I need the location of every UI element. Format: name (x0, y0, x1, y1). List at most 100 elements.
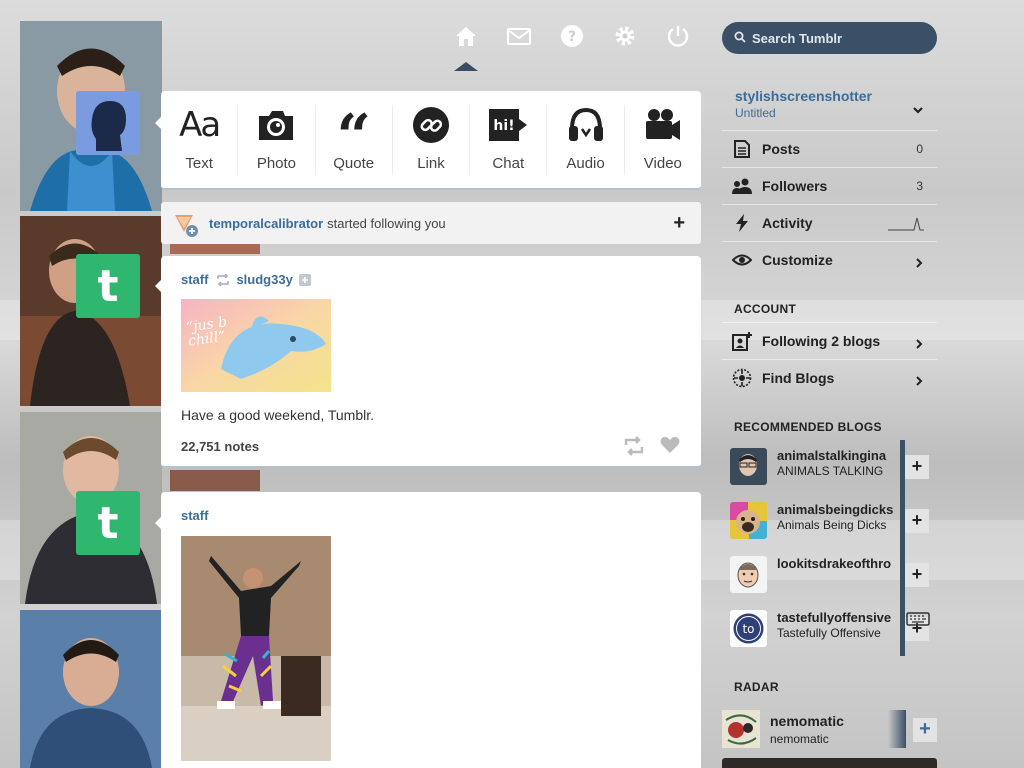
sidebar-item-label: Followers (762, 178, 828, 194)
notes-count[interactable]: 22,751 notes (181, 439, 259, 454)
recommended-blog[interactable]: animalstalkingina ANIMALS TALKING + (722, 440, 937, 494)
sidebar-item-activity[interactable]: Activity (722, 204, 937, 241)
expand-icon[interactable] (298, 273, 311, 286)
svg-text:hi!: hi! (494, 118, 515, 134)
post-background-image (170, 244, 260, 254)
dashboard-avatar-photo-4 (20, 610, 162, 768)
settings-icon[interactable] (613, 24, 637, 48)
radar-blog[interactable]: nemomatic nemomatic + (722, 710, 937, 750)
sidebar-item-find-blogs[interactable]: Find Blogs (722, 359, 937, 396)
post-link-button[interactable]: Link (393, 105, 471, 175)
sidebar-item-following[interactable]: Following 2 blogs (722, 322, 937, 359)
sidebar-item-label: Find Blogs (762, 370, 835, 386)
posts-count: 0 (916, 142, 923, 156)
blog-avatar[interactable]: to (730, 610, 767, 647)
document-icon (722, 140, 762, 158)
tumblr-logo-icon[interactable]: t (76, 491, 140, 555)
post-author[interactable]: staff (181, 508, 208, 523)
notification-text: started following you (327, 215, 446, 231)
follow-button[interactable]: + (913, 718, 937, 742)
reblogged-from-user[interactable]: sludg33y (236, 272, 292, 287)
blog-name[interactable]: nemomatic (770, 713, 844, 729)
active-nav-indicator (454, 62, 478, 71)
search-bar[interactable] (722, 22, 937, 54)
blog-name[interactable]: lookitsdrakeofthro (777, 556, 901, 571)
follow-button[interactable]: + (905, 509, 929, 533)
follow-button[interactable]: + (905, 563, 929, 587)
post-author[interactable]: staff (181, 272, 208, 287)
follow-back-button[interactable]: + (673, 212, 685, 235)
svg-text:to: to (742, 622, 754, 636)
headphones-icon (567, 105, 605, 145)
blog-title: Animals Being Dicks (777, 518, 887, 532)
mail-icon[interactable] (507, 24, 531, 48)
keyboard-icon[interactable] (906, 612, 930, 629)
svg-text:?: ? (568, 29, 576, 45)
user-avatar-tile[interactable] (76, 91, 140, 155)
blog-name[interactable]: animalstalkingina (777, 448, 901, 463)
chevron-right-icon (916, 337, 923, 352)
account-heading: ACCOUNT (734, 302, 797, 316)
help-icon[interactable]: ? (560, 24, 584, 48)
post-chat-button[interactable]: hi! Chat (470, 105, 548, 175)
blog-title: Untitled (735, 106, 776, 120)
blog-title: nemomatic (770, 732, 829, 746)
post-header: staff (181, 508, 208, 523)
text-icon: Aa (179, 105, 221, 145)
lightning-icon (722, 214, 762, 232)
chevron-right-icon (916, 256, 923, 271)
follower-avatar[interactable] (173, 212, 199, 241)
notification-username[interactable]: temporalcalibrator (209, 216, 323, 231)
sidebar-item-label: Customize (762, 252, 833, 268)
post-audio-button[interactable]: Audio (547, 105, 625, 175)
blog-avatar[interactable] (730, 448, 767, 485)
recommended-blog[interactable]: animalsbeingdicks Animals Being Dicks + (722, 494, 937, 548)
sidebar-item-followers[interactable]: Followers 3 (722, 167, 937, 204)
post-text-button[interactable]: Aa Text (161, 105, 239, 175)
radar-accent-bar (888, 710, 906, 748)
tumblr-logo-icon[interactable]: t (76, 254, 140, 318)
blog-switcher[interactable]: stylishscreenshotter Untitled (735, 88, 872, 120)
link-icon (412, 105, 450, 145)
post-header: staff sludg33y (181, 272, 311, 287)
chevron-down-icon[interactable] (912, 103, 924, 118)
post-image[interactable]: “jus b chill” (181, 299, 331, 392)
compass-icon (722, 368, 762, 388)
home-icon[interactable] (454, 24, 478, 48)
power-icon[interactable] (666, 24, 690, 48)
post-quote-button[interactable]: “ Quote (316, 105, 393, 175)
sidebar-item-customize[interactable]: Customize (722, 241, 937, 278)
chat-icon: hi! (487, 105, 529, 145)
blog-avatar[interactable] (722, 710, 760, 748)
blog-avatar[interactable] (730, 556, 767, 593)
blog-name[interactable]: animalsbeingdicks (777, 502, 901, 517)
post-video-button[interactable]: Video (625, 105, 701, 175)
blog-avatar[interactable] (730, 502, 767, 539)
post-card: staff sludg33y “jus b chill” Have a good… (161, 256, 701, 468)
search-input[interactable] (752, 30, 922, 46)
reblog-button[interactable] (623, 436, 645, 459)
radar-heading: RADAR (734, 680, 779, 694)
sidebar-item-label: Posts (762, 141, 801, 157)
like-button[interactable] (660, 436, 680, 457)
post-photo-button[interactable]: Photo (238, 105, 316, 175)
video-camera-icon (644, 105, 682, 145)
blog-name[interactable]: tastefullyoffensive (777, 610, 901, 625)
quote-icon: “ (336, 102, 371, 172)
follow-notification: temporalcalibrator started following you… (161, 202, 701, 244)
blog-name[interactable]: stylishscreenshotter (735, 88, 872, 104)
blog-title: ANIMALS TALKING (777, 464, 884, 478)
sidebar-item-posts[interactable]: Posts 0 (722, 130, 937, 167)
reblog-icon (216, 273, 230, 286)
people-icon (722, 178, 762, 194)
search-icon (734, 31, 746, 46)
add-person-icon (722, 331, 762, 351)
follow-button[interactable]: + (905, 455, 929, 479)
post-image[interactable] (181, 536, 331, 761)
camera-icon (257, 105, 295, 145)
recommended-blog[interactable]: lookitsdrakeofthro + (722, 548, 937, 602)
post-type-bar: Aa Text Photo “ Quote Link hi! Chat Audi… (161, 91, 701, 190)
recommended-blog[interactable]: to tastefullyoffensive Tastefully Offens… (722, 602, 937, 656)
sidebar-item-label: Activity (762, 215, 813, 231)
post-body: Have a good weekend, Tumblr. (181, 407, 375, 423)
